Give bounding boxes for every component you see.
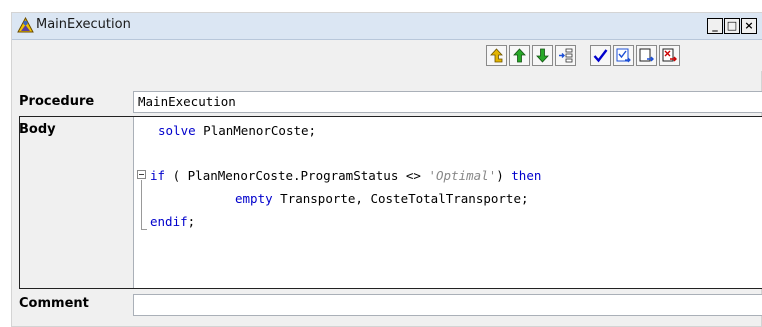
body-label: Body <box>19 122 56 137</box>
title-bar[interactable]: MainExecution _ □ × <box>12 13 762 40</box>
comment-label: Comment <box>19 296 89 311</box>
check-syntax-button[interactable] <box>590 45 611 66</box>
procedure-window: MainExecution _ □ × Procedure MainExecut… <box>11 12 762 327</box>
code-text: ; <box>187 214 196 229</box>
code-text: ( PlanMenorCoste.ProgramStatus <> <box>165 168 429 183</box>
code-line-1: solve PlanMenorCoste; <box>158 123 316 138</box>
move-up-button[interactable] <box>509 45 530 66</box>
move-to-parent-button[interactable] <box>486 45 507 66</box>
check-icon <box>593 49 608 63</box>
move-down-icon <box>536 48 549 63</box>
procedure-label: Procedure <box>19 94 95 109</box>
code-line-4: endif; <box>150 214 195 229</box>
move-to-parent-icon <box>490 48 503 63</box>
maximize-button[interactable]: □ <box>724 18 740 34</box>
keyword-solve: solve <box>158 123 196 138</box>
comment-field[interactable] <box>133 294 762 316</box>
window-title: MainExecution <box>36 17 131 32</box>
compile-button[interactable] <box>613 45 634 66</box>
code-text: ) <box>496 168 512 183</box>
move-up-icon <box>513 48 526 63</box>
run-icon <box>639 48 654 62</box>
move-down-button[interactable] <box>532 45 553 66</box>
toolbar <box>12 40 762 71</box>
aimms-app-icon <box>17 17 34 33</box>
fold-guide-end <box>141 229 147 230</box>
keyword-if: if <box>150 168 166 183</box>
compile-icon <box>616 48 631 63</box>
keyword-endif: endif <box>150 214 188 229</box>
delete-button[interactable] <box>659 45 680 66</box>
code-text: PlanMenorCoste; <box>195 123 317 138</box>
code-line-3: empty Transporte, CosteTotalTransporte; <box>235 191 529 206</box>
insert-node-icon <box>559 48 573 63</box>
run-button[interactable] <box>636 45 657 66</box>
code-text: Transporte, CosteTotalTransporte; <box>272 191 529 206</box>
minimize-button[interactable]: _ <box>707 18 723 34</box>
fold-guide-line <box>141 180 142 229</box>
string-quote: ' <box>428 168 436 183</box>
procedure-name-field[interactable]: MainExecution <box>133 91 762 113</box>
keyword-then: then <box>511 168 542 183</box>
keyword-empty: empty <box>235 191 273 206</box>
body-code-editor[interactable]: solve PlanMenorCoste; if ( PlanMenorCost… <box>133 117 762 288</box>
delete-icon <box>662 48 677 62</box>
close-button[interactable]: × <box>741 18 757 34</box>
insert-node-button[interactable] <box>555 45 576 66</box>
code-line-2: if ( PlanMenorCoste.ProgramStatus <> 'Op… <box>150 168 541 183</box>
string-literal: Optimal <box>436 168 489 183</box>
fold-toggle-icon[interactable] <box>137 170 146 179</box>
